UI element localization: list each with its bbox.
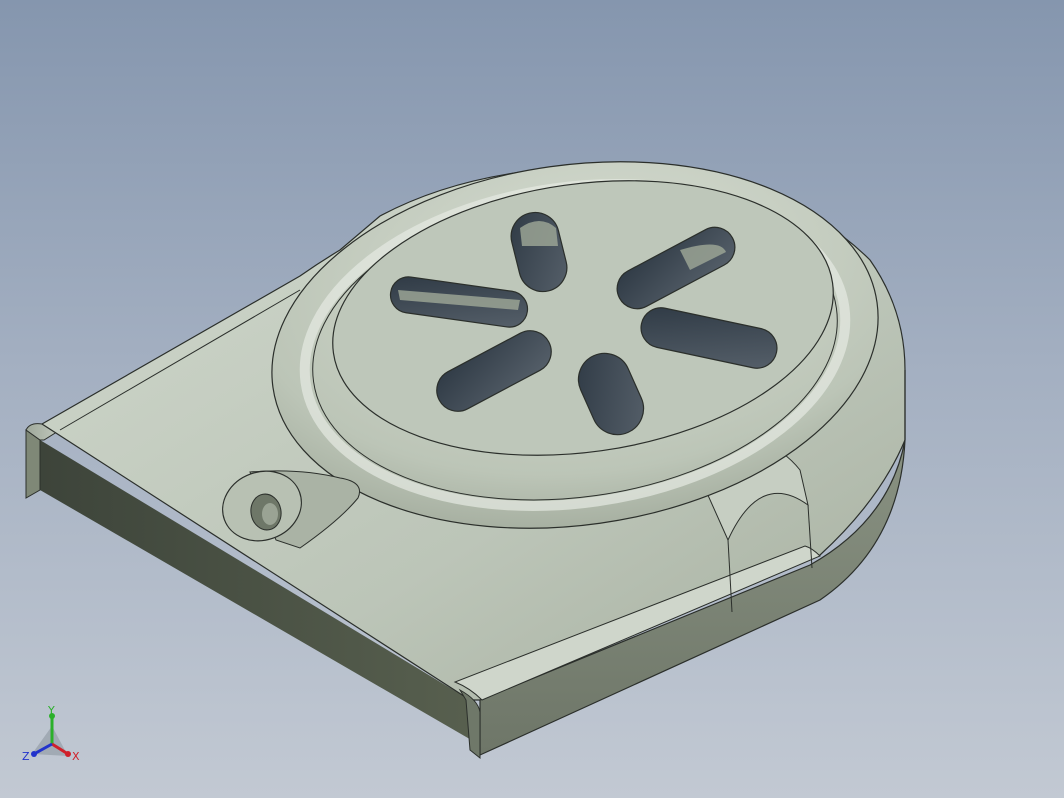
part-model[interactable] bbox=[0, 0, 1064, 798]
triad-y-label: Y bbox=[47, 704, 55, 717]
graphics-viewport[interactable]: Y X Z bbox=[0, 0, 1064, 798]
triad-z-label: Z bbox=[22, 750, 30, 763]
triad-x-label: X bbox=[72, 750, 80, 763]
orientation-triad[interactable]: Y X Z bbox=[18, 704, 88, 768]
channel-left-wall bbox=[25, 429, 41, 499]
